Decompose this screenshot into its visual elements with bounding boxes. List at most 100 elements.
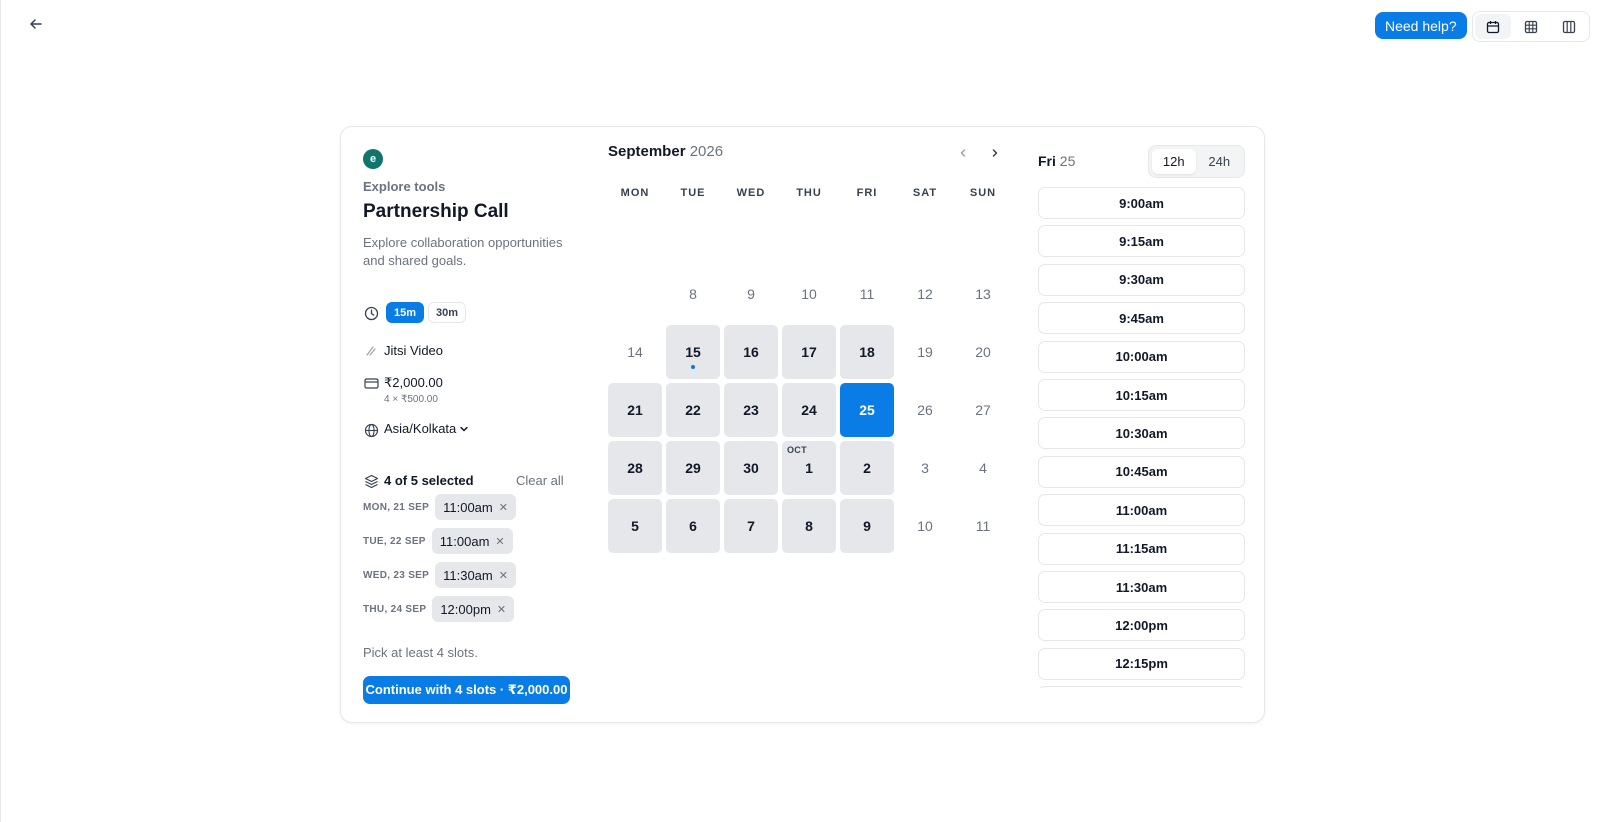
selected-slot-time: 11:00am xyxy=(443,499,493,515)
weekday-header: FRI xyxy=(856,187,878,199)
calendar-day-number: 11 xyxy=(859,286,875,302)
remove-slot-icon[interactable]: ✕ xyxy=(497,603,506,616)
calendar-day-number: 9 xyxy=(747,286,755,302)
calendar-day-number: 9 xyxy=(863,518,871,534)
calendar-day-unavailable: 27 xyxy=(956,383,1010,437)
selected-slot-chip: 12:00pm ✕ xyxy=(432,596,515,622)
calendar-day-available[interactable]: 29 xyxy=(666,441,720,495)
calendar-day-number: 12 xyxy=(917,286,933,302)
calendar-day-available[interactable]: 5 xyxy=(608,499,662,553)
calendar-day-available[interactable]: 8 xyxy=(782,499,836,553)
selected-day-name: Fri xyxy=(1038,153,1056,169)
timezone-select[interactable]: Asia/Kolkata xyxy=(384,421,469,436)
calendar-day-available[interactable]: 18 xyxy=(840,325,894,379)
remove-slot-icon[interactable]: ✕ xyxy=(499,569,508,582)
calendar-day-available[interactable]: 21 xyxy=(608,383,662,437)
globe-icon xyxy=(363,422,379,438)
time-slot-button[interactable]: 11:15am xyxy=(1038,532,1245,565)
calendar-day-available[interactable]: 9 xyxy=(840,499,894,553)
selected-slot-date: MON, 21 SEP xyxy=(363,501,430,513)
calendar-day-number: 7 xyxy=(747,518,755,534)
event-title: Partnership Call xyxy=(363,201,509,222)
weekday-header: SUN xyxy=(969,187,997,199)
selected-day-label: Fri 25 xyxy=(1038,153,1075,169)
columns-icon xyxy=(1562,20,1576,33)
calendar-day-unavailable: 26 xyxy=(898,383,952,437)
time-slot-button[interactable]: 9:00am xyxy=(1038,187,1245,219)
time-slot-button[interactable]: 9:45am xyxy=(1038,302,1245,335)
time-slot-button[interactable]: 12:00pm xyxy=(1038,609,1245,642)
duration-options: 15m 30m xyxy=(386,302,467,323)
left-border xyxy=(0,0,1,822)
time-slot-button[interactable]: 11:30am xyxy=(1038,571,1245,603)
need-help-button[interactable]: Need help? xyxy=(1375,12,1467,39)
calendar-day-available[interactable]: 24 xyxy=(782,383,836,437)
weekday-header: THU xyxy=(796,187,822,199)
calendar-day-number: 24 xyxy=(801,402,817,418)
calendar-day-number: 30 xyxy=(743,460,759,476)
calendar-day-unavailable: 3 xyxy=(898,441,952,495)
calendar-day-available[interactable]: 1 OCT xyxy=(782,441,836,495)
org-name: Explore tools xyxy=(363,179,446,194)
calendar-day-number: 20 xyxy=(975,344,991,360)
selected-slot-date: WED, 23 SEP xyxy=(363,569,430,581)
price-breakdown: 4 × ₹500.00 xyxy=(384,394,438,405)
time-slot-button[interactable]: 10:00am xyxy=(1038,340,1245,373)
remove-slot-icon[interactable]: ✕ xyxy=(495,535,504,548)
calendar-day-number: 15 xyxy=(685,344,701,360)
calendar-day-selected[interactable]: 25 xyxy=(840,383,894,437)
format-24h-button[interactable]: 24h xyxy=(1198,149,1242,174)
arrow-left-icon xyxy=(30,19,42,29)
calendar-day-number: 17 xyxy=(801,344,817,360)
calendar-day-available[interactable]: 23 xyxy=(724,383,778,437)
calendar-day-available[interactable]: 7 xyxy=(724,499,778,553)
calendar-day-available[interactable]: 28 xyxy=(608,441,662,495)
next-month-button[interactable] xyxy=(987,145,1003,161)
calendar-day-unavailable: 9 xyxy=(724,267,778,321)
time-slot-button[interactable]: 10:15am xyxy=(1038,379,1245,411)
time-slot-button[interactable]: 10:30am xyxy=(1038,417,1245,450)
time-slot-button[interactable]: 9:30am xyxy=(1038,263,1245,296)
calendar-day-number: 10 xyxy=(917,518,933,534)
calendar-day-available[interactable]: 2 xyxy=(840,441,894,495)
calendar-day-number: 6 xyxy=(689,518,697,534)
clear-all-button[interactable]: Clear all xyxy=(516,473,564,488)
calendar-day-available[interactable]: 16 xyxy=(724,325,778,379)
time-slot-button[interactable]: 11:00am xyxy=(1038,494,1245,527)
calendar-day-number: 18 xyxy=(859,344,875,360)
time-slot-button[interactable]: 12:15pm xyxy=(1038,647,1245,680)
selected-day-number: 25 xyxy=(1059,153,1076,169)
calendar-day-available[interactable]: 22 xyxy=(666,383,720,437)
time-slot-button[interactable] xyxy=(1038,686,1245,688)
view-month-button[interactable] xyxy=(1475,14,1511,39)
calendar-day-available[interactable]: 30 xyxy=(724,441,778,495)
time-slot-list[interactable]: 9:00am 9:15am 9:30am 9:45am 10:00am 10:15am 10… xyxy=(1038,187,1247,688)
view-week-button[interactable] xyxy=(1513,14,1549,39)
time-slot-button[interactable]: 10:45am xyxy=(1038,455,1245,488)
calendar-day-number: 21 xyxy=(627,402,643,418)
calendar-day-number: 16 xyxy=(743,344,759,360)
selected-slot-row: WED, 23 SEP 11:30am ✕ xyxy=(363,562,516,588)
calendar-day-available[interactable]: 6 xyxy=(666,499,720,553)
calendar-day-number: 28 xyxy=(627,460,643,476)
back-button[interactable] xyxy=(26,14,46,34)
view-column-button[interactable] xyxy=(1551,14,1587,39)
calendar-day-available[interactable]: 15 xyxy=(666,325,720,379)
avatar: e xyxy=(363,149,383,169)
chevron-down-icon xyxy=(460,426,469,431)
continue-button[interactable]: Continue with 4 slots · ₹2,000.00 xyxy=(363,676,570,704)
remove-slot-icon[interactable]: ✕ xyxy=(499,501,508,514)
prev-month-button[interactable] xyxy=(955,145,971,161)
format-12h-button[interactable]: 12h xyxy=(1152,149,1196,174)
duration-30m-button[interactable]: 30m xyxy=(428,302,467,323)
calendar-month: September xyxy=(608,143,686,160)
time-slot-button[interactable]: 9:15am xyxy=(1038,225,1245,258)
selected-slot-chip: 11:00am ✕ xyxy=(435,494,516,520)
chevron-left-icon xyxy=(960,149,966,157)
selected-slot-time: 12:00pm xyxy=(440,601,491,617)
calendar-day-number: 23 xyxy=(743,402,759,418)
calendar-day-available[interactable]: 17 xyxy=(782,325,836,379)
booker-card: e Explore tools Partnership Call Explore… xyxy=(340,126,1265,723)
calendar-day-number: 14 xyxy=(627,344,643,360)
duration-15m-button[interactable]: 15m xyxy=(386,302,425,323)
